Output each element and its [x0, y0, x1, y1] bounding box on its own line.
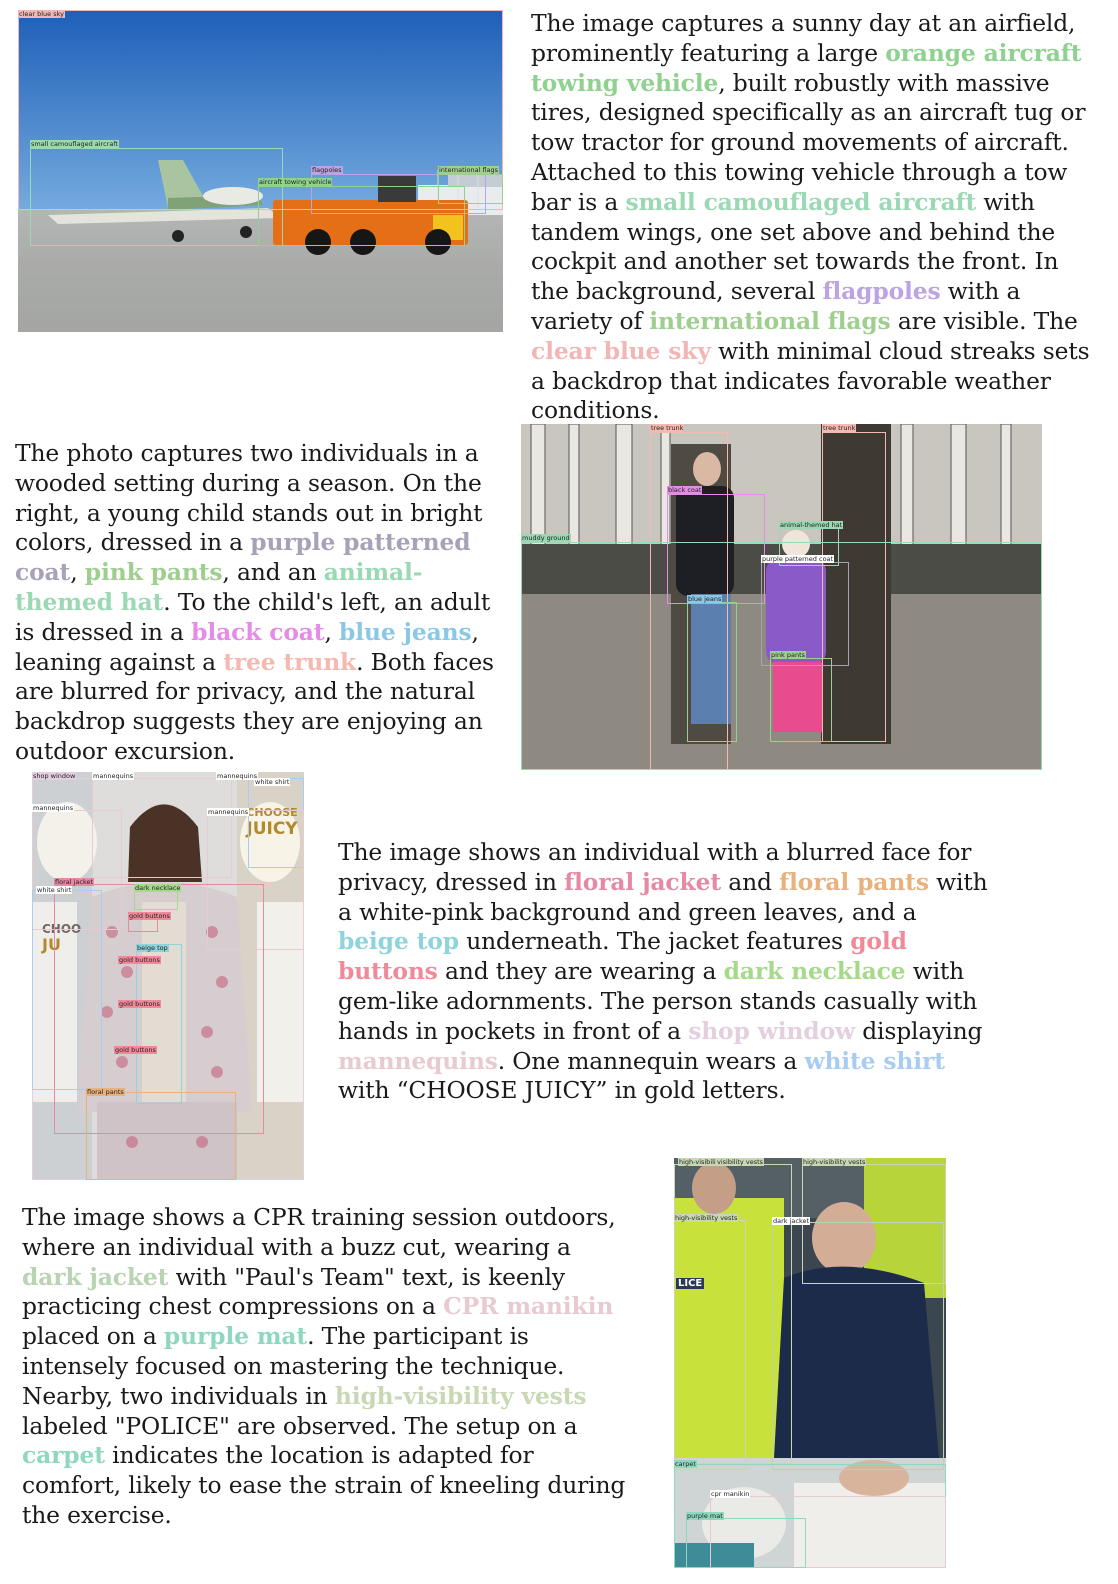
caption-text: indicates the location is adapted for co…: [22, 1441, 626, 1529]
highlighted-phrase: mannequins: [338, 1046, 498, 1075]
highlighted-phrase: clear blue sky: [531, 336, 711, 365]
bbox-dark-jacket: [772, 1222, 944, 1470]
tag-gold-buttons-2: gold buttons: [118, 956, 161, 964]
bbox-blue-jeans: [687, 602, 737, 742]
tag-gold-buttons-1: gold buttons: [128, 912, 171, 920]
bbox-floral-pants: [86, 1092, 236, 1180]
caption-text: underneath. The jacket features: [458, 927, 851, 956]
tag-tree-trunk-left: tree trunk: [650, 424, 685, 432]
cpr-photo: LICE high-visibility vests visibility ve…: [674, 1158, 946, 1568]
bbox-aircraft-towing-vehicle: [258, 186, 465, 246]
highlighted-phrase: CPR manikin: [443, 1292, 614, 1321]
tag-gold-buttons-4: gold buttons: [114, 1046, 157, 1054]
highlighted-phrase: pink pants: [84, 558, 223, 587]
highlighted-phrase: floral pants: [779, 867, 929, 896]
tag-purple-patterned-coat: purple patterned coat: [761, 555, 835, 563]
tag-dark-jacket: dark jacket: [772, 1217, 811, 1225]
tag-gold-buttons-3: gold buttons: [118, 1000, 161, 1008]
tag-beige-top: beige top: [136, 944, 169, 952]
bbox-beige-top: [136, 944, 182, 1104]
tag-carpet: carpet: [674, 1460, 697, 1468]
caption-text: placed on a: [22, 1322, 164, 1351]
highlighted-phrase: floral jacket: [564, 867, 721, 896]
bbox-white-shirt-left: [32, 890, 102, 1090]
tag-mannequins-top: mannequins: [92, 772, 135, 780]
highlighted-phrase: flagpoles: [822, 277, 941, 306]
tag-visibility-vests: visibility vests: [716, 1158, 765, 1166]
highlighted-phrase: small camouflaged aircraft: [625, 187, 977, 216]
woods-photo: tree trunk tree trunk black coat animal-…: [521, 424, 1042, 770]
bbox-high-visibility-vests-3: [674, 1220, 746, 1470]
tag-purple-mat: purple mat: [686, 1512, 724, 1520]
tag-mannequins-top-right: mannequins: [216, 772, 259, 780]
caption-text: . One mannequin wears a: [497, 1046, 805, 1075]
caption-text: The image shows a CPR training session o…: [22, 1203, 616, 1261]
tag-aircraft-towing-vehicle: aircraft towing vehicle: [258, 178, 333, 186]
tag-small-camouflaged-aircraft: small camouflaged aircraft: [30, 140, 120, 148]
caption-text: are visible. The: [890, 306, 1078, 335]
highlighted-phrase: black coat: [191, 617, 325, 646]
tag-animal-themed-hat: animal-themed hat: [779, 521, 844, 529]
highlighted-phrase: purple mat: [163, 1322, 308, 1351]
tag-mannequins-left: mannequins: [32, 804, 75, 812]
highlighted-phrase: international flags: [649, 306, 891, 335]
caption-text: ,: [324, 617, 340, 646]
highlighted-phrase: blue jeans: [339, 617, 472, 646]
tag-dark-necklace: dark necklace: [134, 884, 182, 892]
tag-black-coat: black coat: [667, 486, 703, 494]
tag-tree-trunk-right: tree trunk: [822, 424, 857, 432]
highlighted-phrase: tree trunk: [223, 647, 357, 676]
tag-white-shirt-left: white shirt: [36, 886, 73, 894]
bbox-purple-mat: [686, 1518, 806, 1568]
highlighted-phrase: shop window: [688, 1016, 855, 1045]
tag-flagpoles: flagpoles: [311, 166, 343, 174]
highlighted-phrase: dark jacket: [22, 1262, 169, 1291]
bbox-small-camouflaged-aircraft: [30, 148, 283, 246]
tag-muddy-ground: muddy ground: [521, 534, 571, 542]
tag-white-shirt-top: white shirt: [254, 778, 291, 786]
tag-high-visibility-vests-2: high-visibility vests: [802, 1158, 867, 1166]
caption-text: labeled "POLICE" are observed. The setup…: [22, 1411, 578, 1440]
caption-floral: The image shows an individual with a blu…: [338, 838, 988, 1106]
highlighted-phrase: dark necklace: [723, 957, 906, 986]
caption-woods: The photo captures two individuals in a …: [15, 439, 505, 767]
caption-text: with “CHOOSE JUICY” in gold letters.: [338, 1076, 786, 1105]
highlighted-phrase: carpet: [22, 1441, 105, 1470]
floral-photo: CHOOSE JUICY CHOO JU shop window mannequ…: [32, 772, 304, 1180]
airfield-photo: clear blue sky small camouflaged aircraf…: [18, 10, 503, 332]
bbox-pink-pants: [770, 658, 832, 742]
tag-cpr-manikin: cpr manikin: [710, 1490, 751, 1498]
tag-high-visibility-vests-3: high-visibility vests: [674, 1214, 739, 1222]
caption-text: , and an: [222, 558, 324, 587]
tag-pink-pants: pink pants: [770, 651, 807, 659]
tag-floral-jacket: floral jacket: [54, 878, 95, 886]
caption-cpr: The image shows a CPR training session o…: [22, 1203, 637, 1531]
tag-international-flags: international flags: [438, 166, 500, 174]
tag-blue-jeans: blue jeans: [687, 595, 723, 603]
caption-text: and: [720, 867, 780, 896]
tag-shop-window: shop window: [32, 772, 77, 780]
tag-floral-pants: floral pants: [86, 1088, 125, 1096]
highlighted-phrase: beige top: [338, 927, 459, 956]
tag-mannequins-right: mannequins: [207, 808, 250, 816]
highlighted-phrase: white shirt: [804, 1046, 945, 1075]
caption-text: ,: [70, 558, 85, 587]
caption-airfield: The image captures a sunny day at an air…: [531, 9, 1096, 426]
caption-text: displaying: [854, 1016, 983, 1045]
tag-clear-blue-sky: clear blue sky: [18, 10, 65, 18]
caption-text: and they are wearing a: [437, 957, 724, 986]
highlighted-phrase: high-visibility vests: [334, 1381, 587, 1410]
